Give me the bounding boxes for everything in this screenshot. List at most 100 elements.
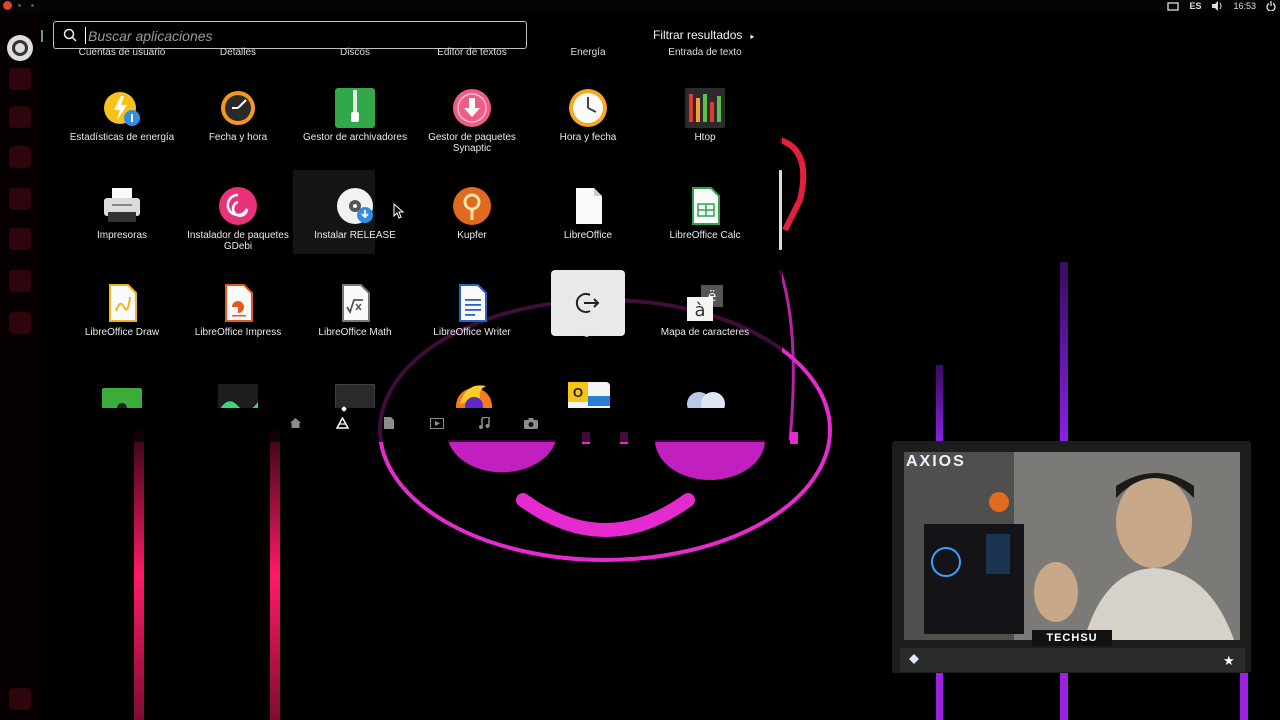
webcam-scene (904, 452, 1240, 640)
power-icon[interactable] (1266, 1, 1276, 11)
photo-lens-icon[interactable] (523, 416, 538, 430)
keyboard-language-indicator[interactable]: ES (1189, 1, 1201, 11)
app-label: Estadísticas de energía (69, 132, 175, 143)
window-maximize-button[interactable] (31, 4, 34, 7)
app-tile[interactable]: LibreOffice Impress (178, 283, 298, 373)
mouse-cursor-icon (393, 203, 405, 219)
app-tile[interactable]: Gestor de archivadores (295, 88, 415, 178)
home-lens-icon[interactable] (288, 416, 302, 430)
app-tile[interactable]: LibreOffice Math (295, 283, 415, 373)
app-tile[interactable]: Htop (645, 88, 765, 178)
diamond-icon (909, 654, 919, 664)
lens-bar (288, 416, 538, 430)
window-minimize-button[interactable] (18, 4, 21, 7)
monitor-app-icon[interactable] (218, 384, 258, 408)
printer-icon (104, 188, 140, 222)
app-label: Instalar RELEASE (314, 230, 396, 241)
app-label: Fecha y hora (208, 132, 268, 143)
indicator-area: ES 16:53 (1167, 0, 1276, 12)
kupfer-icon (453, 187, 491, 225)
app-tile[interactable]: ë à Mapa de caracteres (645, 283, 765, 373)
libreoffice-draw-icon (109, 284, 137, 322)
files-lens-icon[interactable] (382, 416, 396, 430)
dash-scrollbar[interactable] (779, 170, 782, 250)
app-label: LibreOffice Draw (84, 327, 160, 338)
video-lens-icon[interactable] (429, 416, 444, 430)
hardware-card-icon[interactable] (102, 388, 142, 408)
app-label: LibreOffice (563, 230, 613, 241)
app-label: Htop (694, 132, 716, 143)
webcam-video (904, 452, 1240, 640)
search-input[interactable] (86, 25, 520, 47)
logout-icon (575, 293, 600, 313)
energy-stats-icon (104, 92, 140, 126)
clock-settings-icon (221, 91, 255, 125)
libreoffice-calc-icon (692, 187, 720, 225)
app-label[interactable]: Energía (528, 47, 648, 58)
app-tile[interactable]: Hora y fecha (528, 88, 648, 178)
libreoffice-impress-icon (225, 284, 253, 322)
filter-results-button[interactable]: Filtrar resultados ▸ (653, 28, 754, 42)
webcam-bottom-bar (900, 648, 1245, 672)
app-label: Mapa de caracteres (660, 327, 750, 338)
app-tile[interactable]: Fecha y hora (178, 88, 298, 178)
app-label[interactable]: Discos (295, 47, 415, 58)
app-label[interactable]: Detalles (178, 47, 298, 58)
network-globe-icon[interactable] (685, 384, 727, 408)
app-icon-2[interactable] (9, 106, 31, 128)
app-tile[interactable]: Logout (528, 270, 648, 373)
app-tile[interactable]: Kupfer (412, 186, 532, 276)
app-icon-5[interactable] (9, 228, 31, 250)
screen-icon[interactable] (1167, 1, 1180, 11)
app-tile[interactable]: LibreOffice (528, 186, 648, 276)
launcher (0, 12, 40, 720)
svg-text:O: O (573, 385, 583, 400)
debian-swirl-icon (219, 187, 257, 225)
volume-icon[interactable] (1211, 1, 1223, 11)
app-label: Instalador de paquetes GDebi (187, 230, 289, 252)
app-label[interactable]: Entrada de texto (645, 47, 765, 58)
character-map-icon: ë à (687, 285, 723, 321)
dark-window-icon[interactable] (335, 384, 375, 408)
archive-zip-icon (335, 88, 375, 128)
app-icon-6[interactable] (9, 270, 31, 292)
filter-arrow-icon: ▸ (750, 32, 755, 41)
app-tile[interactable]: Gestor de paquetes Synaptic (412, 88, 532, 178)
search-icon (63, 28, 77, 42)
search-box[interactable] (53, 21, 527, 49)
synaptic-icon (453, 89, 491, 127)
app-label[interactable]: Cuentas de usuario (62, 47, 182, 58)
applications-lens-icon[interactable] (335, 416, 349, 430)
app-tile[interactable]: Instalar RELEASE (293, 170, 415, 276)
webcam-brand-text: AXIOS (906, 453, 966, 470)
app-label: Impresoras (96, 230, 147, 241)
app-icon-1[interactable] (9, 68, 31, 90)
app-label: Kupfer (457, 230, 487, 241)
music-lens-icon[interactable] (477, 416, 491, 430)
window-close-button[interactable] (3, 1, 12, 10)
app-tile[interactable]: LibreOffice Writer (412, 283, 532, 373)
app-tile[interactable]: Estadísticas de energía (62, 88, 182, 178)
app-tile[interactable]: Impresoras (62, 186, 182, 276)
clock-text[interactable]: 16:53 (1233, 1, 1256, 11)
libreoffice-icon (576, 188, 602, 224)
htop-icon (685, 88, 725, 128)
app-label: Logout (572, 327, 604, 338)
app-icon-7[interactable] (9, 312, 31, 334)
app-tile[interactable]: LibreOffice Calc (645, 186, 765, 276)
app-label: Gestor de archivadores (303, 132, 407, 143)
ubuntu-home-icon[interactable] (7, 35, 33, 61)
outlook-mail-icon[interactable]: O (568, 382, 610, 408)
app-label: LibreOffice Impress (194, 327, 282, 338)
trash-icon[interactable] (9, 688, 31, 710)
libreoffice-math-icon (342, 284, 370, 322)
firefox-icon[interactable] (452, 380, 496, 408)
top-panel: ES 16:53 (0, 0, 1280, 12)
app-tile[interactable]: Instalador de paquetes GDebi (178, 186, 298, 276)
app-label[interactable]: Editor de textos (412, 47, 532, 58)
app-label: LibreOffice Math (318, 327, 392, 338)
app-tile[interactable]: LibreOffice Draw (62, 283, 182, 373)
libreoffice-writer-icon (459, 284, 487, 322)
app-icon-3[interactable] (9, 146, 31, 168)
app-icon-4[interactable] (9, 188, 31, 210)
